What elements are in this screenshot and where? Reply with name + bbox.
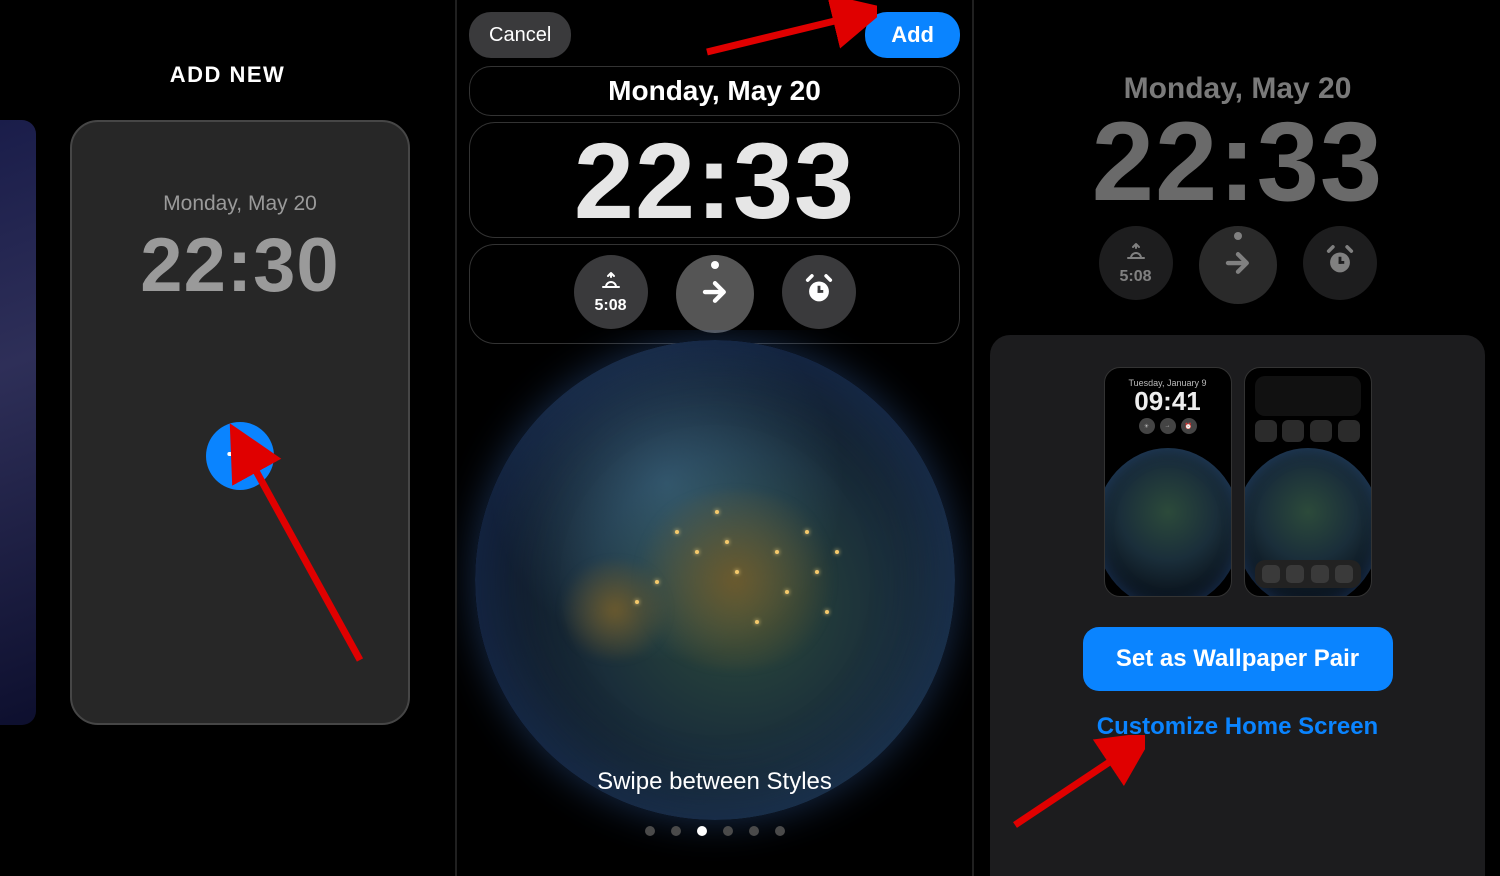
- pair-previews: Tuesday, January 9 09:41 ☀ → ⏰: [1010, 367, 1465, 597]
- set-wallpaper-pair-button[interactable]: Set as Wallpaper Pair: [1083, 627, 1393, 691]
- new-wallpaper-card[interactable]: Monday, May 20 22:30: [70, 120, 410, 725]
- clock-widget-slot[interactable]: 22:33: [469, 122, 960, 238]
- page-dot[interactable]: [645, 826, 655, 836]
- wallpaper-pair-sheet: Tuesday, January 9 09:41 ☀ → ⏰: [990, 335, 1485, 876]
- earth-globe: [475, 340, 955, 820]
- mini-sunrise-icon: ☀: [1139, 418, 1155, 434]
- dock-app-placeholder: [1311, 565, 1329, 583]
- date-widget-slot[interactable]: Monday, May 20: [469, 66, 960, 116]
- app-placeholder: [1282, 420, 1304, 442]
- divider: [972, 0, 974, 876]
- sunrise-icon: [599, 269, 623, 297]
- page-dot[interactable]: [775, 826, 785, 836]
- app-placeholder: [1255, 420, 1277, 442]
- page-dot[interactable]: [749, 826, 759, 836]
- next-up-widget[interactable]: [676, 255, 754, 333]
- sunrise-widget: 5:08: [1099, 226, 1173, 300]
- lock-screen-preview[interactable]: Tuesday, January 9 09:41 ☀ → ⏰: [1104, 367, 1232, 597]
- alarm-widget: [1303, 226, 1377, 300]
- date-text: Monday, May 20: [608, 75, 821, 106]
- home-screen-preview[interactable]: [1244, 367, 1372, 597]
- indicator-dot-icon: [1234, 232, 1242, 240]
- arrow-right-icon: [700, 277, 730, 312]
- panel-add-new: ADD NEW Monday, May 20 22:30: [0, 0, 455, 876]
- app-placeholder: [1338, 420, 1360, 442]
- bottom-widget-slot[interactable]: 5:08: [469, 244, 960, 344]
- home-dock: [1255, 560, 1361, 588]
- add-wallpaper-button[interactable]: [206, 422, 274, 490]
- bottom-widgets-dimmed: 5:08: [975, 226, 1500, 304]
- add-button[interactable]: Add: [865, 12, 960, 58]
- alarm-widget[interactable]: [782, 255, 856, 329]
- sunrise-widget[interactable]: 5:08: [574, 255, 648, 329]
- cancel-button[interactable]: Cancel: [469, 12, 571, 58]
- next-up-widget: [1199, 226, 1277, 304]
- dock-app-placeholder: [1262, 565, 1280, 583]
- alarm-clock-icon: [802, 273, 836, 312]
- preview-time: 09:41: [1105, 388, 1231, 414]
- alarm-clock-icon: [1323, 244, 1357, 283]
- sunrise-time: 5:08: [1119, 268, 1151, 286]
- add-new-header: ADD NEW: [0, 62, 455, 88]
- customize-home-screen-button[interactable]: Customize Home Screen: [1097, 713, 1378, 741]
- swipe-hint: Swipe between Styles: [457, 768, 972, 796]
- plus-icon: [224, 438, 256, 475]
- sunrise-icon: [1124, 240, 1148, 268]
- panel-set-wallpaper: Monday, May 20 22:33 5:08: [975, 0, 1500, 876]
- page-dot[interactable]: [671, 826, 681, 836]
- style-page-indicator[interactable]: [457, 826, 972, 836]
- mini-earth: [1104, 448, 1232, 597]
- dock-app-placeholder: [1335, 565, 1353, 583]
- mini-alarm-icon: ⏰: [1181, 418, 1197, 434]
- arrow-right-icon: [1223, 248, 1253, 283]
- card-time: 22:30: [72, 222, 408, 309]
- sunrise-time: 5:08: [594, 297, 626, 315]
- mini-arrow-icon: →: [1160, 418, 1176, 434]
- panel-wallpaper-editor: Cancel Add Monday, May 20 22:33 5:08: [457, 0, 972, 876]
- card-date: Monday, May 20: [72, 192, 408, 216]
- page-dot-active[interactable]: [697, 826, 707, 836]
- clock-text-dimmed: 22:33: [975, 106, 1500, 218]
- app-placeholder: [1310, 420, 1332, 442]
- previous-wallpaper-peek[interactable]: [0, 120, 36, 725]
- home-widget-placeholder: [1255, 376, 1361, 416]
- dock-app-placeholder: [1286, 565, 1304, 583]
- page-dot[interactable]: [723, 826, 733, 836]
- indicator-dot-icon: [711, 261, 719, 269]
- clock-text: 22:33: [574, 120, 855, 241]
